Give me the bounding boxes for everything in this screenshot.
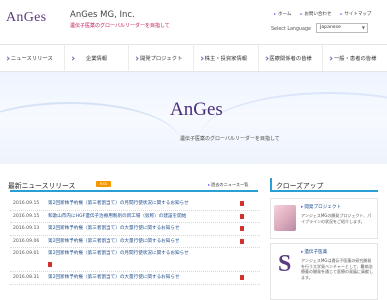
nav-item-investors[interactable]: 株主・投資家情報 [194,45,259,71]
genetic-medicine-thumbnail: S [274,250,296,280]
news-row[interactable]: 2016.09.15 第2回新株予約権（第三者割当て）の月間行使状況に関するお知… [10,198,260,211]
nav-item-medical[interactable]: 医療関係者の皆様 [259,45,324,71]
news-link[interactable]: 第2回新株予約権（第三者割当て）の大量行使に関するお知らせ [48,239,244,245]
language-value: Japanese [320,25,341,30]
news-date: 2016.09.13 [13,226,40,231]
company-tagline: 遺伝子医薬のグローバルリーダーを目指して [70,23,170,29]
decorative-swoosh [0,102,180,164]
news-link[interactable]: 第2回新株予約権（第三者割当て）の月間行使状況に関するお知らせ [48,201,244,207]
pdf-icon [48,262,52,267]
nav-item-label: 医療関係者の皆様 [269,56,312,62]
hero-tagline: 遺伝子医薬のグローバルリーダーを目指して [180,136,280,142]
pdf-icon [240,201,244,206]
nav-item-label: 企業情報 [85,56,108,62]
news-row[interactable]: 2016.08.31 第2回新株予約権（第三者割当て）の大量行使に関するお知らせ [10,272,260,285]
card-title[interactable]: 遺伝子医薬 [301,249,327,255]
rss-icon[interactable]: RSS [96,181,111,187]
card-description: アンジェスMGは遺伝子医薬の研究開発を行う大学発ベンチャーとして、難病治療薬の開… [301,258,373,280]
closeup-section-title: クローズアップ [276,182,324,190]
chevron-right-icon [134,56,139,61]
language-select[interactable]: Japanese ▼ [316,23,368,33]
nav-item-label: 一般・患者の皆様 [334,56,377,62]
news-row[interactable]: 2016.09.01 第2回新株予約権（第三者割当て）の月間行使状況に関するお知… [10,248,260,272]
news-row[interactable]: 2016.09.13 第2回新株予約権（第三者割当て）の大量行使に関するお知らせ [10,223,260,236]
utility-links: ホーム お問い合わせ サイトマップ [274,11,371,17]
nav-item-general[interactable]: 一般・患者の皆様 [323,45,387,71]
nav-item-projects[interactable]: 開発プロジェクト [129,45,195,71]
hero-logo: AnGes [170,99,223,120]
pdf-icon [240,238,244,244]
news-row[interactable]: 2016.09.06 第2回新株予約権（第三者割当て）の大量行使に関するお知らせ [10,236,260,248]
chevron-right-icon [328,56,333,61]
company-logo[interactable]: AnGes [6,10,46,26]
project-thumbnail [274,205,296,231]
hero-banner: AnGes 遺伝子医薬のグローバルリーダーを目指して [0,72,387,164]
card-title[interactable]: 開発プロジェクト [301,204,341,210]
news-date: 2016.08.31 [13,275,40,280]
chevron-right-icon [264,56,269,61]
pdf-icon [240,213,244,219]
chevron-right-icon [5,56,10,61]
news-link[interactable]: 和歌山市内にHGF遺伝子治療用製剤の新工場（仮称）の建設を開始 [48,214,244,220]
pdf-icon [240,226,244,231]
language-label: Select Language [271,27,311,32]
news-link[interactable]: 第2回新株予約権（第三者割当て）の大量行使に関するお知らせ [48,275,244,281]
nav-item-label: ニュースリリース [10,56,53,62]
news-date: 2016.09.15 [13,213,40,219]
contact-link[interactable]: お問い合わせ [300,11,331,17]
news-date: 2016.09.01 [13,251,40,256]
closeup-card-projects[interactable]: 開発プロジェクト アンジェスMGの開発プロジェクト、パイプラインの状況をご紹介し… [270,198,378,239]
decorative-swoosh [200,92,387,164]
news-section-title: 最新ニュースリリース [8,182,76,190]
nav-item-label: 開発プロジェクト [139,56,183,62]
news-row[interactable]: 2016.09.15 和歌山市内にHGF遺伝子治療用製剤の新工場（仮称）の建設を… [10,211,260,223]
sitemap-link[interactable]: サイトマップ [340,11,371,17]
chevron-right-icon [70,56,75,61]
nav-item-company[interactable]: 企業情報 [65,45,130,71]
news-list: 2016.09.15 第2回新株予約権（第三者割当て）の月間行使状況に関するお知… [10,198,260,285]
card-description: アンジェスMGの開発プロジェクト、パイプラインの状況をご紹介します。 [301,213,372,224]
closeup-card-genetic-medicine[interactable]: S 遺伝子医薬 アンジェスMGは遺伝子医薬の研究開発を行う大学発ベンチャーとして… [270,243,378,300]
logo-text: AnGes [6,10,47,25]
pdf-icon [240,275,244,280]
nav-item-news[interactable]: ニュースリリース [0,45,65,71]
news-date: 2016.09.06 [13,238,40,244]
news-link[interactable]: 第2回新株予約権（第三者割当て）の月間行使状況に関するお知らせ [48,251,244,257]
chevron-right-icon [199,56,204,61]
main-nav: ニュースリリース 企業情報 開発プロジェクト 株主・投資家情報 医療関係者の皆様… [0,44,387,72]
home-link[interactable]: ホーム [274,11,291,17]
site-header: AnGes AnGes MG, Inc. 遺伝子医薬のグローバルリーダーを目指し… [0,0,387,44]
news-link[interactable]: 第2回新株予約権（第三者割当て）の大量行使に関するお知らせ [48,226,244,232]
brand-mark-icon: S [278,251,292,277]
company-name: AnGes MG, Inc. [70,10,135,20]
chevron-down-icon: ▼ [361,25,365,30]
news-archive-link[interactable]: 過去のニュース一覧 [208,182,248,188]
news-date: 2016.09.15 [13,201,40,206]
nav-item-label: 株主・投資家情報 [204,56,248,62]
